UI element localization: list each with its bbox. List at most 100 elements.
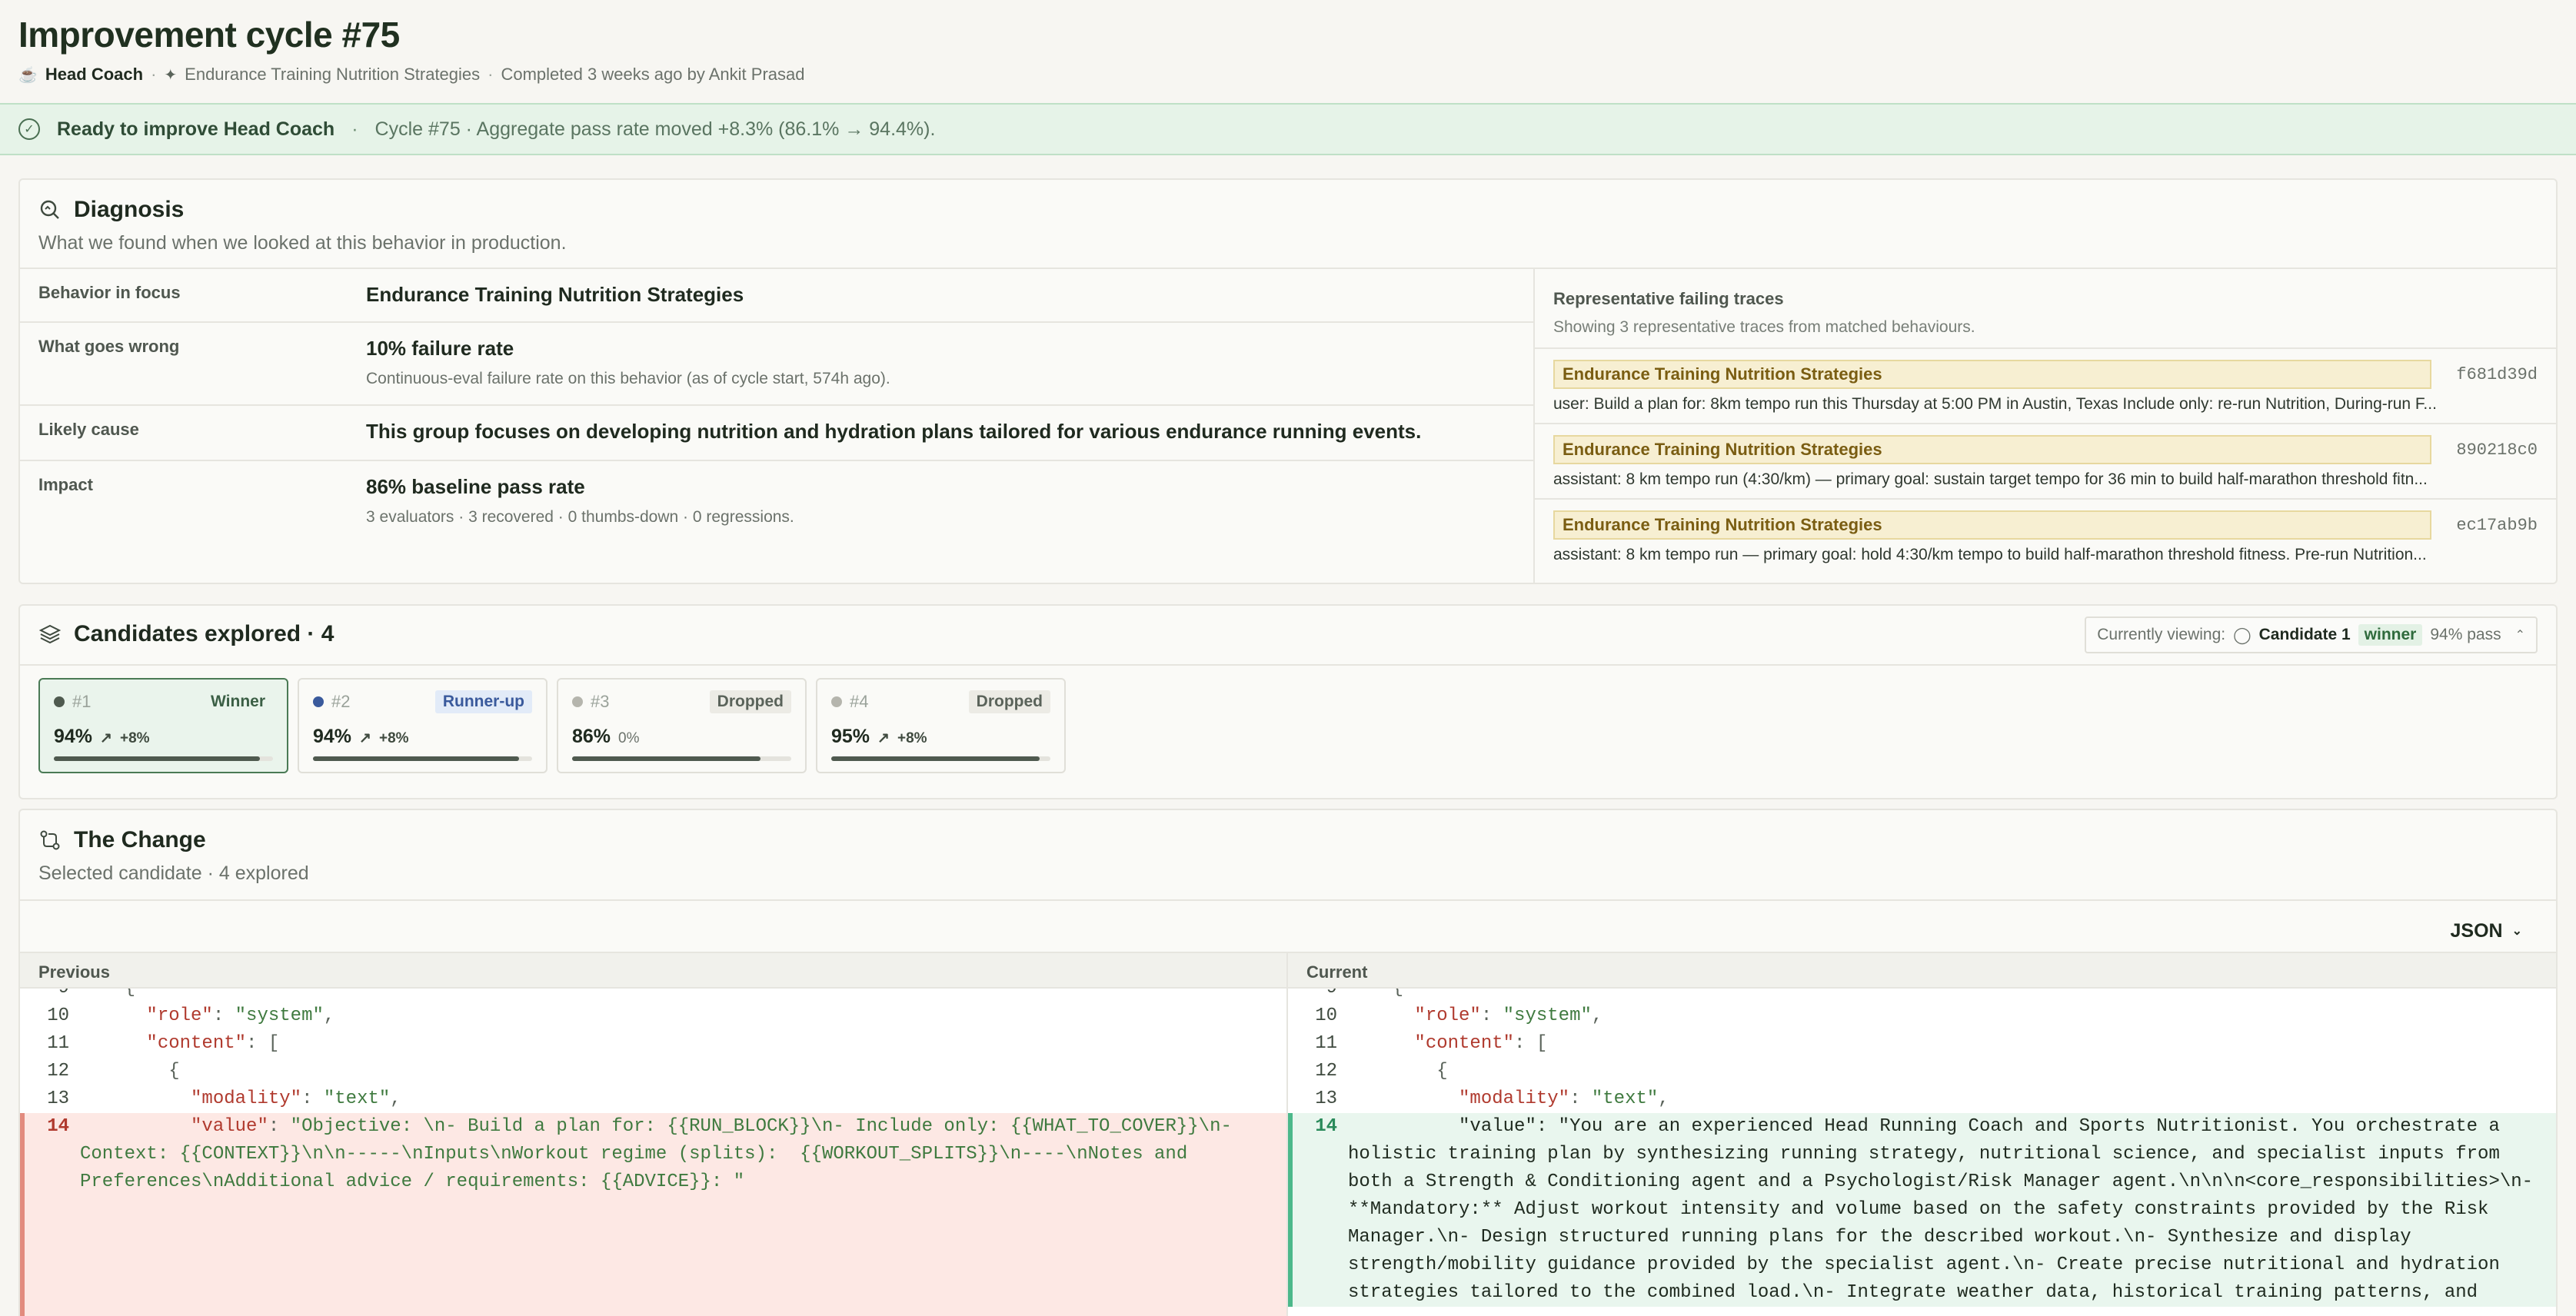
candidate-number: #2 xyxy=(331,692,351,711)
candidate-selector[interactable]: Currently viewing: ◯ Candidate 1 winner … xyxy=(2085,616,2538,653)
pass-bar-fill xyxy=(313,756,519,761)
candidate-card-2[interactable]: #2 Runner-up 94% ↗ +8% xyxy=(298,678,547,773)
traces-title: Representative failing traces xyxy=(1553,289,1784,308)
code-line: 9 { xyxy=(20,989,1286,1002)
pass-bar xyxy=(831,756,1050,761)
pass-delta: +8% xyxy=(119,730,150,746)
winner-badge: winner xyxy=(2358,624,2423,646)
current-pane: 9 { 10 "role": "system", 11 "content": [… xyxy=(1288,989,2556,1316)
row-value: This group focuses on developing nutriti… xyxy=(366,420,1422,443)
candidate-dot xyxy=(831,696,842,707)
behavior-link[interactable]: Endurance Training Nutrition Strategies xyxy=(185,65,480,85)
page-header: Improvement cycle #75 ☕ Head Coach · ✦ E… xyxy=(18,0,2558,100)
code-line: 13 "modality": "text", xyxy=(47,1088,401,1109)
row-sub: 3 evaluators · 3 recovered · 0 thumbs-do… xyxy=(366,508,794,526)
candidate-number: #1 xyxy=(72,692,92,711)
trend-up-icon: ↗ xyxy=(359,730,371,746)
diagnosis-row: Behavior in focus Endurance Training Nut… xyxy=(20,269,1533,323)
page-meta: ☕ Head Coach · ✦ Endurance Training Nutr… xyxy=(18,65,2558,85)
code-line: 12 { xyxy=(1315,1061,1448,1082)
row-label: Impact xyxy=(38,475,93,494)
diff-view: 9 { 10 "role": "system", 11 "content": [… xyxy=(20,989,2556,1316)
meta-separator: · xyxy=(488,65,494,84)
viewing-label: Currently viewing: xyxy=(2097,626,2226,643)
pass-bar xyxy=(54,756,273,761)
trace-text: user: Build a plan for: 8km tempo run th… xyxy=(1553,395,2437,413)
behavior-tag: Endurance Training Nutrition Strategies xyxy=(1553,435,2431,464)
git-compare-icon xyxy=(38,829,62,852)
page-title: Improvement cycle #75 xyxy=(18,15,400,55)
change-subtitle: Selected candidate · 4 explored xyxy=(38,862,309,884)
status-badge: Winner xyxy=(211,693,265,710)
trace-hash: f681d39d xyxy=(2456,364,2538,384)
status-badge: Dropped xyxy=(709,690,791,713)
code-line: 9 { xyxy=(1288,989,2556,1002)
pass-bar-fill xyxy=(54,756,260,761)
row-sub: Continuous-eval failure rate on this beh… xyxy=(366,370,890,387)
pass-rate: 94% xyxy=(313,726,352,747)
trace-item[interactable]: Endurance Training Nutrition Strategies … xyxy=(1535,424,2556,500)
completed-text: Completed 3 weeks ago by Ankit Prasad xyxy=(501,65,805,84)
pass-bar xyxy=(313,756,532,761)
previous-pane: 9 { 10 "role": "system", 11 "content": [… xyxy=(20,989,1288,1316)
search-icon xyxy=(38,198,62,221)
row-value: 10% failure rate xyxy=(366,337,514,360)
removed-line-fill xyxy=(20,1196,1286,1316)
viewing-pass: 94% pass xyxy=(2430,626,2501,643)
trace-item[interactable]: Endurance Training Nutrition Strategies … xyxy=(1535,349,2556,424)
row-value: 86% baseline pass rate xyxy=(366,475,585,498)
agent-link[interactable]: Head Coach xyxy=(45,65,143,85)
row-value: Endurance Training Nutrition Strategies xyxy=(366,283,744,306)
banner-message: Cycle #75 · Aggregate pass rate moved +8… xyxy=(374,118,936,140)
trace-hash: ec17ab9b xyxy=(2456,515,2538,535)
code-line: 10 "role": "system", xyxy=(47,1005,335,1026)
previous-label: Previous xyxy=(20,953,1288,987)
status-badge: Runner-up xyxy=(434,690,532,713)
candidates-card: Candidates explored · 4 Currently viewin… xyxy=(18,604,2558,799)
status-banner: ✓ Ready to improve Head Coach · Cycle #7… xyxy=(0,103,2576,155)
pass-bar xyxy=(572,756,791,761)
trace-text: assistant: 8 km tempo run — primary goal… xyxy=(1553,546,2427,563)
change-card: The Change Selected candidate · 4 explor… xyxy=(18,809,2558,1316)
trace-hash: 890218c0 xyxy=(2456,440,2538,460)
candidate-list: #1 Winner 94% ↗ +8% #2 Runner-up 94% ↗ +… xyxy=(20,664,2556,798)
candidate-dot xyxy=(572,696,583,707)
current-value: "You are an experienced Head Running Coa… xyxy=(1348,1116,2544,1303)
pass-delta: +8% xyxy=(378,730,409,746)
candidates-title: Candidates explored · 4 xyxy=(74,621,334,646)
candidate-dot xyxy=(313,696,324,707)
chevron-up-icon: ⌃ xyxy=(2514,629,2525,642)
current-label: Current xyxy=(1306,962,1368,982)
pass-delta: +8% xyxy=(897,730,927,746)
pass-bar-fill xyxy=(831,756,1040,761)
traces-subtitle: Showing 3 representative traces from mat… xyxy=(1553,318,1975,336)
candidate-dot xyxy=(54,696,65,707)
diagnosis-row: Impact 86% baseline pass rate 3 evaluato… xyxy=(20,461,1533,583)
code-line: 12 { xyxy=(47,1061,180,1082)
diagnosis-card: Diagnosis What we found when we looked a… xyxy=(18,178,2558,584)
diagnosis-details: Behavior in focus Endurance Training Nut… xyxy=(20,269,1535,583)
change-title: The Change xyxy=(74,827,206,852)
behavior-tag: Endurance Training Nutrition Strategies xyxy=(1553,510,2431,540)
candidate-card-4[interactable]: #4 Dropped 95% ↗ +8% xyxy=(816,678,1066,773)
diagnosis-row: What goes wrong 10% failure rate Continu… xyxy=(20,323,1533,406)
status-badge: Dropped xyxy=(968,690,1050,713)
candidate-number: #4 xyxy=(850,692,869,711)
row-label: What goes wrong xyxy=(38,337,180,356)
coach-icon: ☕ xyxy=(18,66,38,84)
added-line: 14 "value": "You are an experienced Head… xyxy=(1288,1113,2556,1307)
page: Improvement cycle #75 ☕ Head Coach · ✦ E… xyxy=(0,0,2576,1316)
pass-bar-fill xyxy=(572,756,761,761)
layers-icon xyxy=(38,623,62,646)
candidate-number: #3 xyxy=(591,692,610,711)
diff-header: Previous Current xyxy=(20,952,2556,989)
check-circle-icon: ◯ xyxy=(2233,626,2252,644)
row-label: Behavior in focus xyxy=(38,283,181,302)
candidate-card-3[interactable]: #3 Dropped 86% 0% xyxy=(557,678,807,773)
banner-title: Ready to improve Head Coach xyxy=(57,118,335,140)
trace-item[interactable]: Endurance Training Nutrition Strategies … xyxy=(1535,500,2556,573)
candidate-card-1[interactable]: #1 Winner 94% ↗ +8% xyxy=(38,678,288,773)
chevron-down-icon: ⌄ xyxy=(2511,925,2522,938)
pass-rate: 94% xyxy=(54,726,93,747)
row-label: Likely cause xyxy=(38,420,139,439)
